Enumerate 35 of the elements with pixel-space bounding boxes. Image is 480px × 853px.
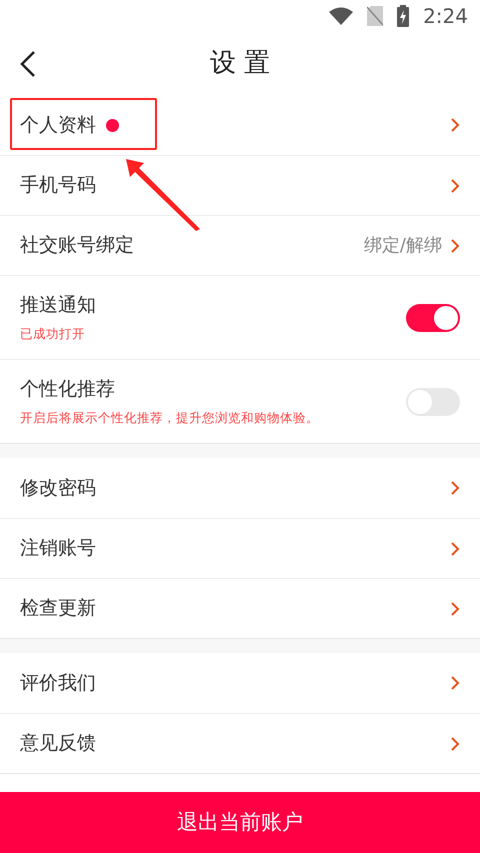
settings-row[interactable]: 注销账号 [0, 518, 480, 578]
no-sim-icon [367, 6, 384, 26]
row-value: 绑定/解绑 [364, 234, 442, 258]
status-time: 2:24 [423, 3, 468, 30]
row-label: 个性化推荐 [20, 376, 116, 402]
settings-row[interactable]: 个人资料 [0, 95, 480, 155]
chevron-icon [450, 540, 460, 556]
row-label: 个人资料 [20, 112, 96, 138]
page-title: 设 置 [210, 47, 270, 80]
row-note: 已成功打开 [20, 325, 86, 344]
row-note: 开启后将展示个性化推荐，提升您浏览和购物体验。 [20, 409, 320, 428]
chevron-icon [450, 675, 460, 691]
row-label: 注销账号 [20, 536, 96, 562]
chevron-icon [450, 600, 460, 616]
logout-button[interactable]: 退出当前账户 [0, 792, 480, 853]
settings-row[interactable]: 意见反馈 [0, 713, 480, 773]
chevron-icon [450, 480, 460, 496]
row-label: 推送通知 [20, 292, 97, 318]
row-label: 手机号码 [20, 173, 96, 198]
row-label: 检查更新 [20, 596, 96, 622]
row-label: 意见反馈 [20, 731, 96, 756]
row-label: 修改密码 [20, 476, 96, 501]
chevron-icon [450, 178, 460, 194]
chevron-icon [450, 117, 460, 133]
toggle-switch[interactable] [406, 304, 460, 332]
chevron-icon [450, 736, 460, 752]
row-label: 评价我们 [20, 670, 96, 696]
settings-row[interactable]: 检查更新 [0, 578, 480, 638]
settings-row[interactable]: 评价我们 [0, 653, 480, 713]
settings-row[interactable]: 修改密码 [0, 458, 480, 518]
back-icon[interactable] [18, 50, 38, 78]
chevron-icon [450, 238, 460, 254]
battery-icon [397, 5, 410, 27]
wifi-icon [329, 7, 354, 25]
row-label: 社交账号绑定 [20, 233, 134, 258]
